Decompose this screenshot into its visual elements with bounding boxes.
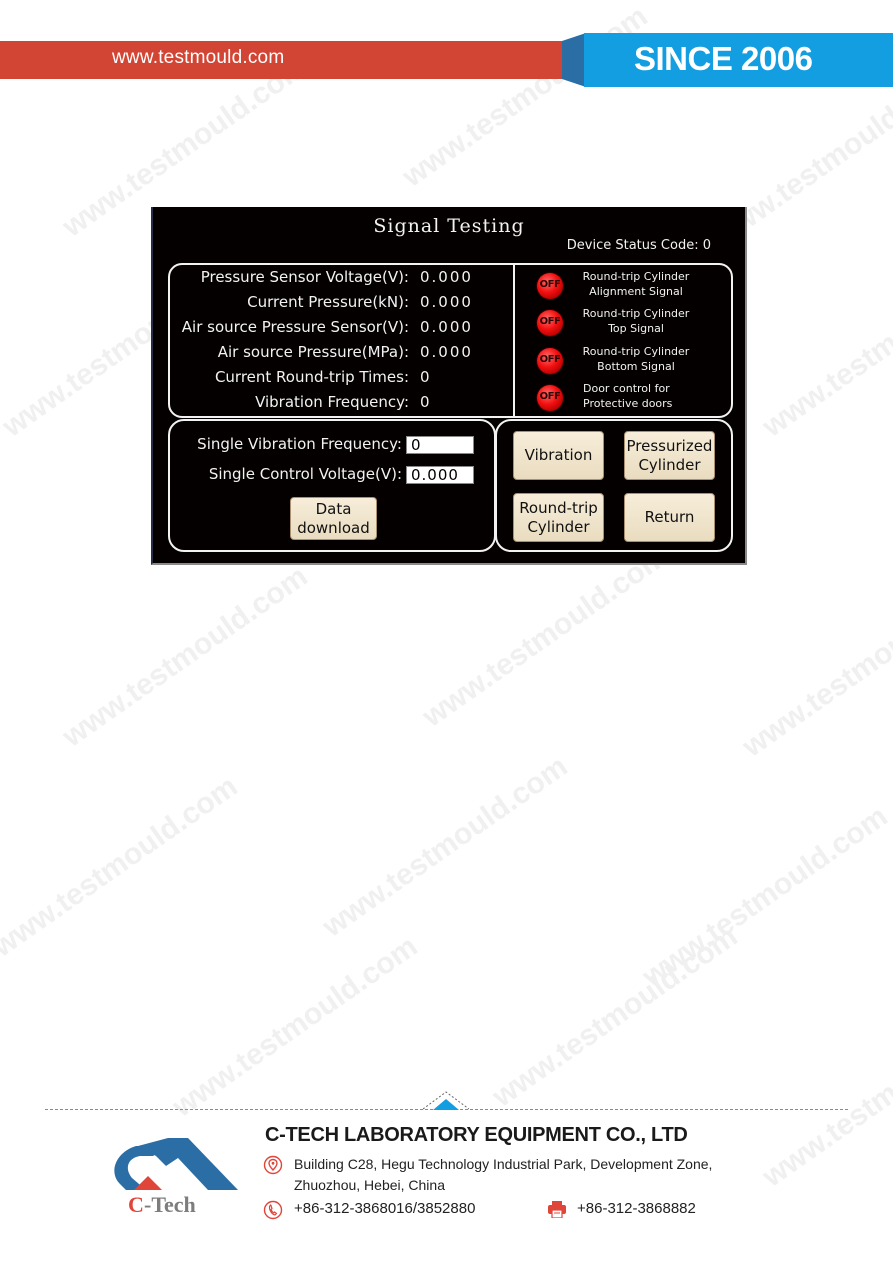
signal-label-line: Round-trip Cylinder — [582, 345, 690, 358]
watermark-text: www.testmould.com — [56, 559, 314, 754]
led-indicator-icon: OFF — [537, 310, 563, 336]
led-indicator-icon: OFF — [537, 273, 563, 299]
watermark-text: www.testmould.com — [756, 999, 893, 1194]
device-status-code: Device Status Code: 0 — [567, 238, 711, 253]
return-button[interactable]: Return — [624, 493, 715, 542]
reading-label: Current Pressure(kN): — [247, 293, 409, 311]
reading-label: Vibration Frequency: — [255, 393, 409, 411]
hmi-screen: Signal Testing Device Status Code: 0 Pre… — [151, 207, 747, 565]
field-label: Single Control Voltage(V): — [208, 465, 402, 483]
button-label: Return — [644, 508, 695, 526]
screen-title: Signal Testing — [373, 215, 525, 237]
since-label: SINCE 2006 — [634, 40, 813, 77]
pressurized-cylinder-button[interactable]: Pressurized Cylinder — [624, 431, 715, 480]
signal-label: Round-trip Cylinder Top Signal — [571, 306, 701, 336]
watermark-text: www.testmould.com — [636, 799, 893, 994]
led-state: OFF — [539, 391, 561, 402]
single-control-voltage-input[interactable] — [406, 466, 474, 484]
signal-bottom: OFF Round-trip Cylinder Bottom Signal — [525, 344, 730, 380]
watermark-text: www.testmould.com — [166, 929, 424, 1124]
button-label: Pressurized — [626, 436, 713, 455]
single-vibration-frequency-input[interactable] — [406, 436, 474, 454]
signal-alignment: OFF Round-trip Cylinder Alignment Signal — [525, 269, 730, 305]
signal-label-line: Round-trip Cylinder — [582, 270, 690, 283]
company-name: C-TECH LABORATORY EQUIPMENT CO., LTD — [265, 1124, 688, 1146]
signal-label: Round-trip Cylinder Alignment Signal — [571, 269, 701, 299]
signal-label: Round-trip Cylinder Bottom Signal — [571, 344, 701, 374]
address-line: Building C28, Hegu Technology Industrial… — [294, 1156, 713, 1172]
button-label: Cylinder — [527, 517, 590, 536]
single-control-voltage-row: Single Control Voltage(V): — [170, 465, 474, 485]
reading-label: Pressure Sensor Voltage(V): — [200, 268, 409, 286]
signal-top: OFF Round-trip Cylinder Top Signal — [525, 306, 730, 342]
data-download-button[interactable]: Data download — [290, 497, 377, 540]
c-tech-logo: C -Tech — [114, 1138, 238, 1217]
reading-label: Air source Pressure Sensor(V): — [181, 318, 409, 336]
company-address: Building C28, Hegu Technology Industrial… — [294, 1154, 712, 1196]
signal-label-line: Door control for — [583, 382, 670, 395]
reading-value: 0.000 — [420, 343, 473, 361]
phone-number[interactable]: +86-312-3868016/3852880 — [294, 1200, 475, 1217]
signal-label-line: Round-trip Cylinder — [582, 307, 690, 320]
watermark-text: www.testmould.com — [396, 0, 654, 194]
svg-text:-Tech: -Tech — [144, 1192, 196, 1217]
led-state: OFF — [539, 279, 561, 290]
led-indicator-icon: OFF — [537, 385, 563, 411]
watermark-text: www.testmould.com — [736, 569, 893, 764]
button-label: download — [297, 518, 370, 537]
reading-value: 0.000 — [420, 268, 473, 286]
reading-value: 0 — [420, 368, 432, 386]
watermark: www.testmould.com www.testmould.com www.… — [0, 0, 893, 1263]
signal-label: Door control for Protective doors — [583, 381, 713, 411]
round-trip-cylinder-button[interactable]: Round-trip Cylinder — [513, 493, 604, 542]
watermark-text: www.testmould.com — [756, 249, 893, 444]
signal-door-control: OFF Door control for Protective doors — [525, 381, 730, 417]
status-code-label: Device Status Code: — [566, 238, 699, 253]
button-label: Round-trip — [519, 498, 598, 517]
led-indicator-icon: OFF — [537, 348, 563, 374]
field-label: Single Vibration Frequency: — [197, 435, 402, 453]
footer-triangle-icon — [423, 1091, 469, 1110]
watermark-text: www.testmould.com — [416, 539, 674, 734]
website-url[interactable]: www.testmould.com — [112, 47, 284, 69]
led-state: OFF — [539, 354, 561, 365]
single-vibration-frequency-row: Single Vibration Frequency: — [170, 435, 474, 455]
led-state: OFF — [539, 316, 561, 327]
signal-label-line: Alignment Signal — [589, 285, 683, 298]
reading-value: 0.000 — [420, 293, 473, 311]
watermark-text: www.testmould.com — [0, 769, 244, 964]
address-line: Zhuozhou, Hebei, China — [294, 1177, 445, 1193]
location-pin-icon — [263, 1155, 283, 1175]
reading-value: 0 — [420, 393, 432, 411]
reading-value: 0.000 — [420, 318, 473, 336]
vibration-button[interactable]: Vibration — [513, 431, 604, 480]
signal-label-line: Top Signal — [608, 322, 664, 335]
header-fold — [562, 33, 586, 87]
watermark-text: www.testmould.com — [316, 749, 574, 944]
fax-number: +86-312-3868882 — [577, 1200, 696, 1217]
status-code-value: 0 — [702, 238, 711, 253]
reading-label: Current Round-trip Times: — [214, 368, 409, 386]
watermark-text: www.testmould.com — [486, 919, 744, 1114]
fax-printer-icon — [548, 1201, 566, 1218]
svg-text:C: C — [128, 1192, 144, 1217]
button-label: Data — [315, 499, 352, 518]
inputs-panel: Single Vibration Frequency: Single Contr… — [168, 419, 496, 552]
button-label: Cylinder — [638, 455, 701, 474]
reading-label: Air source Pressure(MPa): — [217, 343, 409, 361]
controls-panel: Vibration Pressurized Cylinder Round-tri… — [495, 419, 733, 552]
header-banner: www.testmould.com SINCE 2006 — [0, 33, 893, 87]
signal-label-line: Bottom Signal — [597, 360, 675, 373]
phone-icon — [263, 1200, 283, 1220]
signal-label-line: Protective doors — [583, 397, 673, 410]
readings-panel: Pressure Sensor Voltage(V): 0.000 Curren… — [168, 263, 733, 418]
button-label: Vibration — [524, 446, 593, 464]
